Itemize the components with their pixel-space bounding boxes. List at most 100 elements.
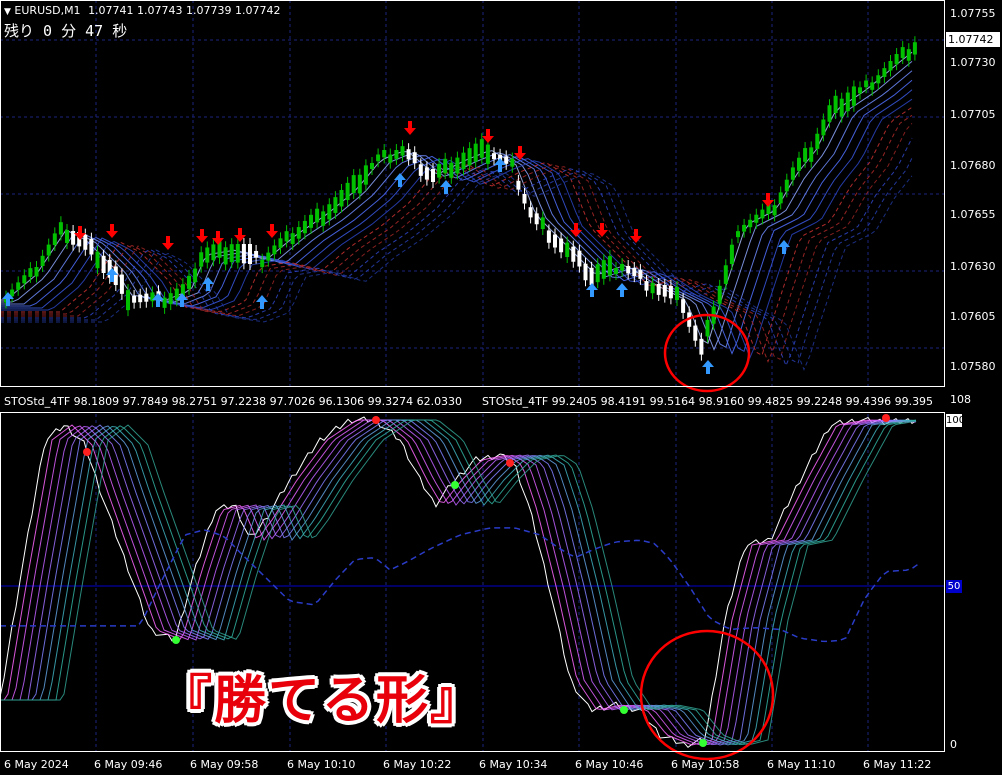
candle-body (473, 143, 478, 162)
down-arrow-icon (404, 121, 416, 135)
candle-body (601, 260, 606, 279)
candle-body (321, 211, 326, 226)
candlesticks (4, 36, 917, 361)
candle-body (607, 256, 612, 276)
time-tick: 6 May 2024 (4, 758, 69, 771)
candle-body (132, 295, 137, 303)
candle-body (388, 154, 393, 163)
ma-line (0, 51, 913, 345)
up-arrow-icon (702, 360, 714, 374)
price-panel-frame (0, 0, 945, 387)
caption-winning-pattern: 『勝てる形』 (160, 671, 485, 731)
ma-line (0, 106, 913, 357)
candle-body (363, 165, 368, 185)
candle-body (309, 214, 313, 228)
up-arrow-icon (256, 295, 268, 309)
candle-body (199, 252, 204, 267)
candle-body (315, 208, 320, 223)
candle-body (461, 152, 466, 170)
triangle-down-icon[interactable]: ▼ (4, 7, 11, 17)
candle-body (126, 290, 130, 311)
candle-body (638, 270, 643, 279)
candle-body (888, 61, 893, 71)
bar-countdown: 残り 0 分 47 秒 (4, 22, 128, 40)
time-tick: 6 May 10:46 (575, 758, 644, 771)
candle-body (278, 238, 283, 248)
ma-line (0, 98, 913, 359)
candle-body (34, 267, 39, 277)
candle-body (95, 251, 100, 269)
candle-body (449, 162, 454, 178)
candle-body (40, 255, 45, 266)
time-tick: 6 May 11:22 (863, 758, 932, 771)
candle-body (876, 75, 881, 84)
candle-body (22, 275, 27, 284)
buy-dot-icon (172, 636, 180, 644)
candle-body (492, 153, 496, 160)
symbol-header[interactable]: ▼ EURUSD,M1 1.07741 1.07743 1.07739 1.07… (4, 4, 281, 19)
candle-body (668, 286, 673, 299)
candle-body (851, 86, 856, 106)
candle-body (382, 150, 387, 158)
sell-dot-icon (372, 416, 380, 424)
candle-body (241, 244, 246, 264)
candle-body (644, 281, 649, 291)
candle-body (424, 167, 429, 180)
candle-body (778, 192, 783, 204)
candle-body (559, 238, 564, 253)
candle-body (772, 205, 777, 216)
candle-body (894, 54, 899, 65)
candle-body (827, 105, 832, 122)
down-arrow-icon (196, 229, 208, 243)
indicator-min-label: 0 (950, 738, 957, 751)
candle-body (516, 180, 521, 190)
price-tick: 1.07655 (950, 208, 996, 221)
candle-body (65, 230, 69, 243)
candle-body (455, 157, 460, 174)
price-tick: 1.07705 (950, 108, 996, 121)
candle-body (260, 259, 265, 268)
candle-body (211, 244, 216, 261)
chart-canvas[interactable] (0, 0, 1002, 775)
time-tick: 6 May 09:58 (190, 758, 259, 771)
time-tick: 6 May 09:46 (94, 758, 163, 771)
candle-body (540, 217, 545, 229)
candle-body (864, 80, 869, 88)
time-tick: 6 May 11:10 (767, 758, 836, 771)
candle-body (534, 213, 539, 225)
level-100-tag: 100 (946, 414, 966, 427)
candle-body (797, 157, 801, 171)
candle-body (699, 338, 704, 355)
candle-body (632, 268, 637, 277)
symbol-name: EURUSD,M1 (14, 4, 81, 17)
candle-body (467, 148, 472, 166)
candle-body (254, 250, 259, 258)
up-arrow-icon (394, 173, 406, 187)
up-arrow-icon (586, 283, 598, 297)
candle-body (790, 167, 795, 180)
candle-body (650, 283, 655, 294)
candle-body (205, 247, 210, 263)
candle-body (302, 220, 307, 234)
candle-body (144, 293, 149, 302)
candle-body (723, 265, 728, 284)
price-tick: 1.07630 (950, 260, 996, 273)
candle-body (736, 231, 740, 238)
up-arrow-icon (440, 180, 452, 194)
candle-body (431, 169, 435, 182)
ohlc-values: 1.07741 1.07743 1.07739 1.07742 (88, 4, 281, 17)
candle-body (839, 98, 844, 117)
price-tick: 1.07755 (950, 7, 996, 20)
buy-dot-icon (699, 739, 707, 747)
candle-body (412, 152, 417, 164)
candle-body (809, 147, 814, 162)
candle-body (394, 150, 399, 159)
time-tick: 6 May 10:34 (479, 758, 548, 771)
candle-body (565, 242, 570, 257)
candle-body (284, 231, 289, 242)
candle-body (845, 92, 850, 112)
indicator-max-label: 108 (950, 393, 971, 406)
candle-body (266, 252, 271, 261)
time-tick: 6 May 10:58 (671, 758, 740, 771)
up-arrow-icon (202, 277, 214, 291)
